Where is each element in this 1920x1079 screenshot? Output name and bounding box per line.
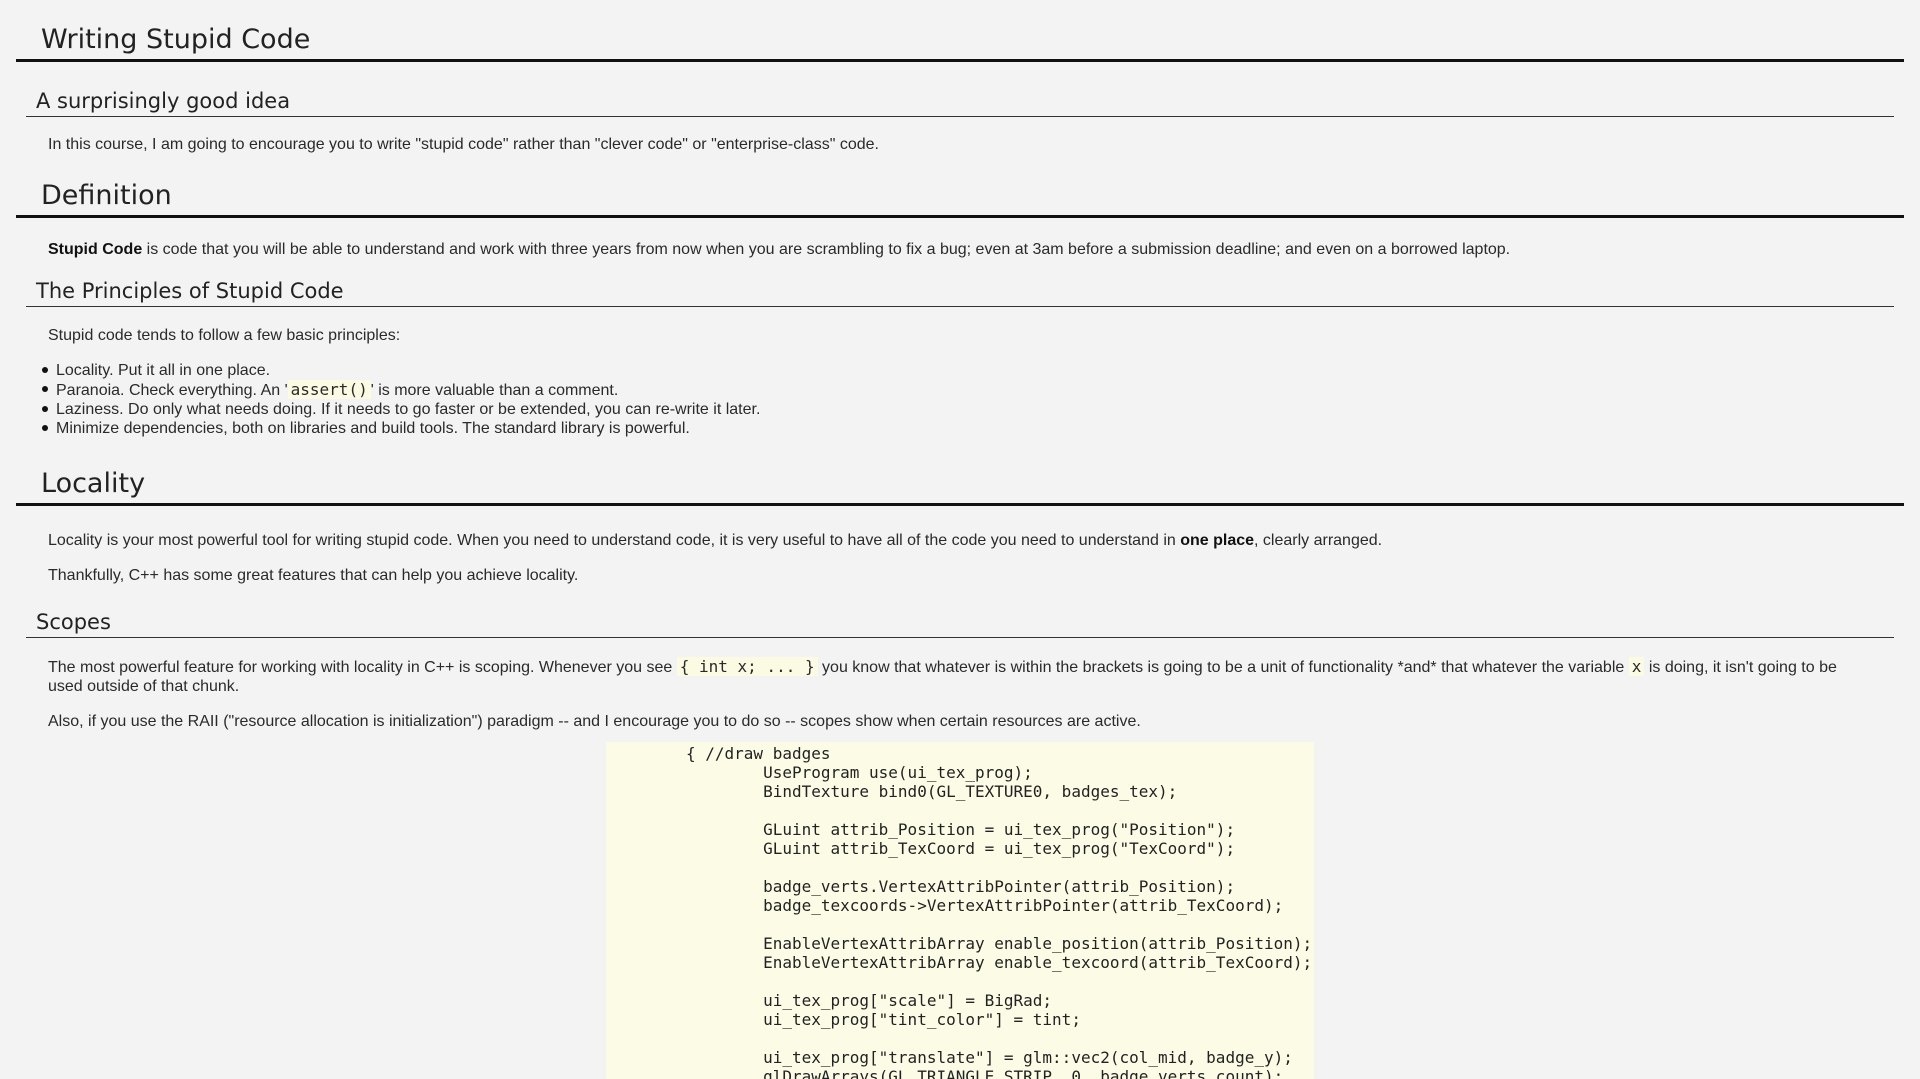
list-item: Laziness. Do only what needs doing. If i… [40, 400, 1920, 419]
code-block: { //draw badges UseProgram use(ui_tex_pr… [606, 742, 1314, 1079]
section-heading-definition: Definition [16, 180, 1904, 219]
list-item: Minimize dependencies, both on libraries… [40, 419, 1920, 438]
locality-paragraph-1: Locality is your most powerful tool for … [48, 531, 1920, 550]
locality-text-after: , clearly arranged. [1254, 532, 1383, 550]
scopes-paragraph-2: Also, if you use the RAII ("resource all… [48, 713, 1141, 731]
bullet-icon [42, 385, 48, 392]
locality-paragraph-2: Thankfully, C++ has some great features … [48, 567, 579, 585]
list-item: Paranoia. Check everything. An ' assert()… [40, 379, 1920, 400]
intro-paragraph: In this course, I am going to encourage … [48, 135, 879, 153]
section-heading-scopes: Scopes [26, 610, 1894, 638]
scope-example-code: { int x; ... } [676, 656, 818, 676]
page-title: Writing Stupid Code [16, 24, 1904, 63]
definition-text: is code that you will be able to underst… [142, 241, 1511, 259]
bullet-icon [42, 366, 48, 373]
list-item: Locality. Put it all in one place. [40, 361, 1920, 380]
principle-paranoia-after: ' is more valuable than a comment. [370, 381, 619, 399]
scopes-text-b: you know that whatever is within the bra… [817, 658, 1629, 676]
definition-paragraph: Stupid Code is code that you will be abl… [48, 240, 1920, 259]
principle-paranoia-before: Paranoia. Check everything. An ' [56, 381, 288, 399]
locality-text-before: Locality is your most powerful tool for … [48, 532, 1181, 550]
principles-list: Locality. Put it all in one place. Paran… [0, 361, 1920, 438]
page: Writing Stupid Code A surprisingly good … [0, 0, 1920, 1079]
principle-laziness: Laziness. Do only what needs doing. If i… [56, 400, 761, 418]
principles-lead: Stupid code tends to follow a few basic … [48, 326, 401, 344]
definition-term: Stupid Code [48, 241, 143, 259]
bullet-icon [42, 405, 48, 412]
section-heading-intro: A surprisingly good idea [26, 89, 1894, 117]
scopes-text-a: The most powerful feature for working wi… [48, 658, 677, 676]
scopes-paragraph-1: The most powerful feature for working wi… [48, 656, 1920, 696]
assert-code: assert() [287, 379, 371, 399]
locality-emphasis: one place [1180, 532, 1255, 550]
section-heading-locality: Locality [16, 468, 1904, 507]
principle-locality: Locality. Put it all in one place. [56, 361, 271, 379]
variable-x-code: x [1628, 656, 1645, 676]
principle-minimize: Minimize dependencies, both on libraries… [56, 419, 690, 437]
section-heading-principles: The Principles of Stupid Code [26, 279, 1894, 307]
bullet-icon [42, 424, 48, 431]
